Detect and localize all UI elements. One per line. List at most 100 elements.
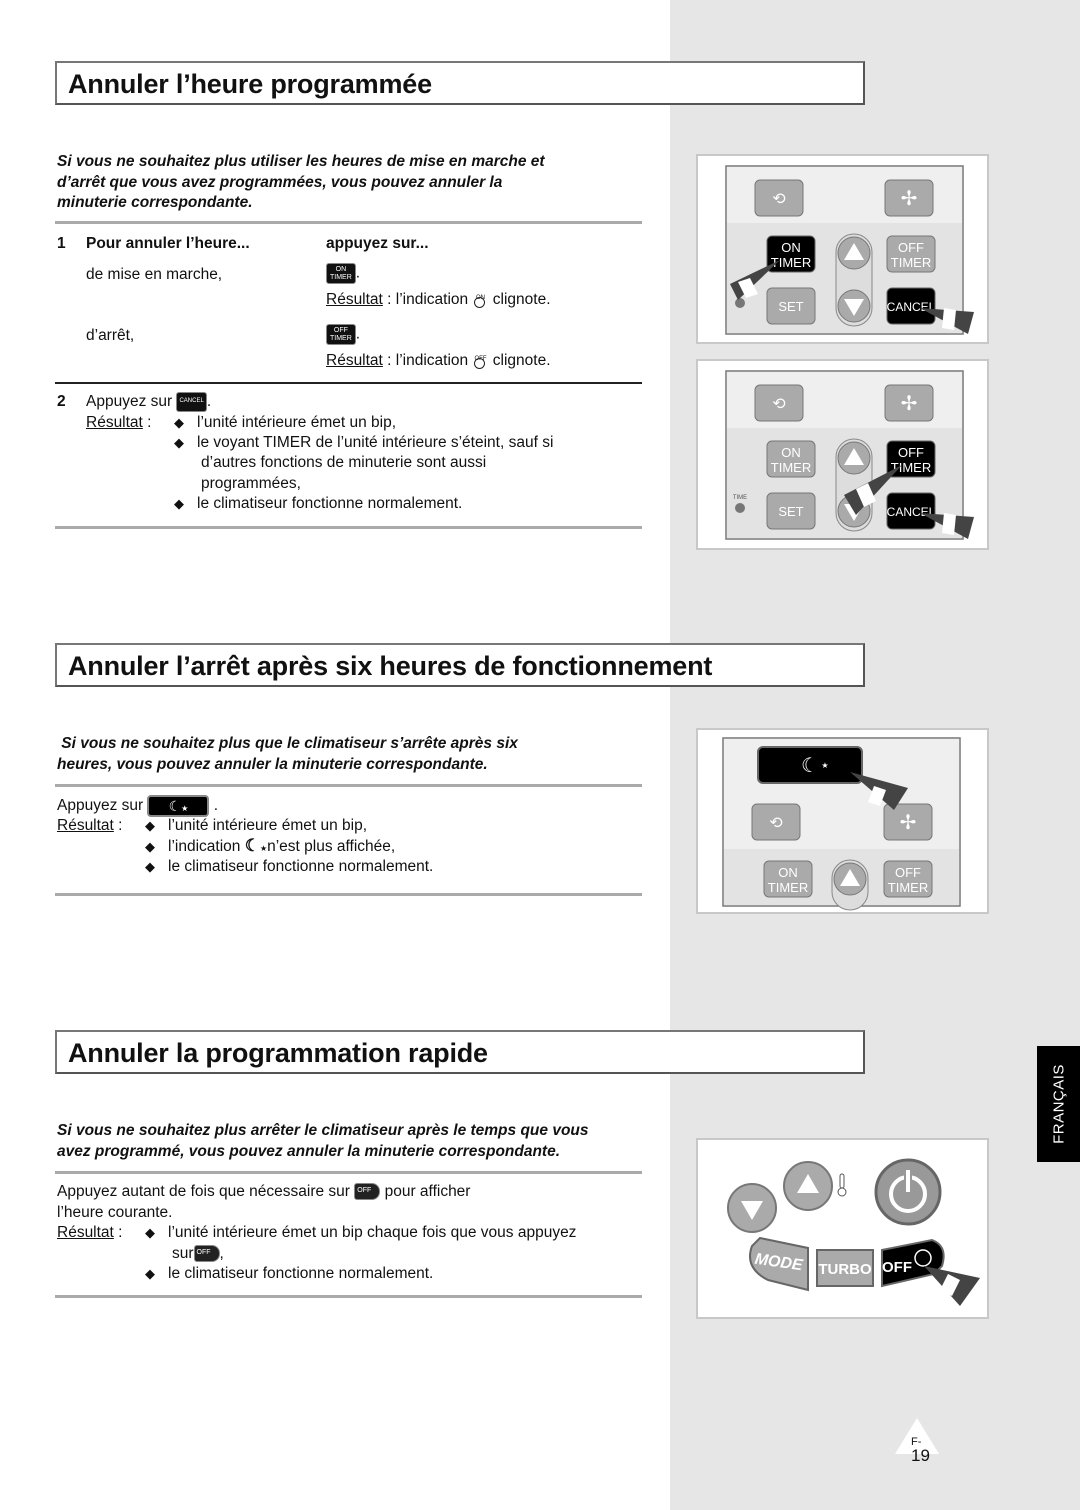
bullet: ◆ le voyant TIMER de l’unité intérieure s…	[174, 433, 553, 454]
set-button: SET	[766, 492, 816, 530]
fan-button: ✢	[884, 179, 934, 217]
bullet: ◆ l’indication ☾★n’est plus affichée,	[145, 836, 395, 860]
svg-text:TIMER: TIMER	[888, 880, 928, 895]
mode-button: MODE	[749, 1236, 809, 1292]
svg-text:☾: ☾	[801, 753, 819, 777]
result-off: Résultat : l’indication OFF clignote.	[326, 352, 551, 370]
intro-line: Si vous ne souhaitez plus que le climati…	[57, 735, 518, 752]
sleep-button-icon: ☾★	[147, 795, 210, 817]
result-label-line: Résultat :	[57, 817, 123, 834]
intro-line: Si vous ne souhaitez plus arrêter le cli…	[57, 1122, 589, 1139]
on-timer-button: ON TIMER	[766, 235, 816, 273]
svg-text:OFF: OFF	[898, 445, 924, 460]
turbo-button: TURBO	[816, 1249, 874, 1287]
off-timer-button: OFF TIMER	[886, 235, 936, 273]
on-timer-button: ON TIMER	[763, 860, 813, 898]
step-number: 1	[57, 235, 66, 252]
result-label-line: Résultat :	[86, 414, 152, 431]
bullet: ◆ l’unité intérieure émet un bip chaque f…	[145, 1223, 576, 1244]
diamond-bullet-icon: ◆	[174, 496, 184, 511]
intro-line: d’arrêt que vous avez programmées, vous …	[57, 173, 503, 191]
temp-down-button	[727, 1183, 777, 1233]
svg-text:⟲: ⟲	[769, 813, 783, 832]
column-header-cancel: Pour annuler l’heure...	[86, 235, 250, 252]
bullet: ◆ l’unité intérieure émet un bip,	[145, 816, 367, 837]
section-title: Annuler la programmation rapide	[68, 1038, 488, 1068]
svg-text:SET: SET	[778, 299, 803, 314]
power-icon	[906, 1170, 910, 1192]
language-tab: FRANÇAIS	[1037, 1046, 1080, 1162]
result-label: Résultat	[326, 352, 383, 370]
sleep-button: ☾ ★	[757, 746, 863, 784]
bullet-continuation: d’autres fonctions de minuterie sont aus…	[201, 454, 487, 471]
diamond-bullet-icon: ◆	[174, 435, 184, 450]
divider	[55, 893, 642, 896]
press-instruction-continued: l’heure courante.	[57, 1204, 173, 1221]
svg-text:TIME: TIME	[733, 495, 747, 501]
svg-text:✢: ✢	[900, 810, 917, 834]
on-timer-button-icon: ON TIMER	[326, 263, 356, 284]
fan-button: ✢	[883, 803, 933, 841]
result-label: Résultat	[326, 291, 383, 309]
step-number: 2	[57, 393, 66, 410]
step2-text: Appuyez sur CANCEL.	[86, 392, 212, 412]
svg-text:TIMER: TIMER	[891, 255, 931, 270]
temp-up-button	[783, 1161, 833, 1211]
bullet: ◆ le climatiseur fonctionne normalement.	[174, 494, 462, 515]
divider	[55, 221, 642, 224]
row-label-on: de mise en marche,	[86, 266, 223, 283]
intro-line: heures, vous pouvez annuler la minuterie…	[57, 755, 488, 773]
svg-text:✢: ✢	[901, 391, 918, 415]
remote-illustration-off-timer: ⟲ ✢ ON TIMER OFF TIMER TIME SET CANCEL	[696, 359, 989, 550]
svg-text:OFF: OFF	[882, 1259, 912, 1276]
intro-line: minuterie correspondante.	[57, 194, 253, 211]
off-timer-button: OFF TIMER	[883, 860, 933, 898]
cancel-button-icon: CANCEL	[176, 392, 207, 412]
section-intro: Si vous ne souhaitez plus que le climati…	[57, 734, 642, 775]
off-timer-button-icon: OFF TIMER	[326, 324, 356, 345]
diamond-bullet-icon: ◆	[145, 818, 155, 833]
section-title: Annuler l’heure programmée	[68, 69, 432, 99]
bullet: ◆ le climatiseur fonctionne normalement.	[145, 1264, 433, 1285]
bullet-continuation: sur OFF,	[172, 1245, 224, 1263]
thermometer-icon	[837, 1173, 847, 1197]
section-header-cancel-six-hour-stop: Annuler l’arrêt après six heures de fonc…	[55, 643, 865, 687]
off-timer-ref: OFF TIMER.	[326, 324, 360, 345]
svg-text:ON: ON	[781, 240, 801, 255]
swing-button: ⟲	[754, 179, 804, 217]
diamond-bullet-icon: ◆	[174, 415, 184, 430]
cancel-button: CANCEL	[886, 287, 936, 325]
divider	[55, 1171, 642, 1174]
section-intro: Si vous ne souhaitez plus utiliser les h…	[57, 152, 642, 214]
svg-text:TIMER: TIMER	[771, 460, 811, 475]
diamond-bullet-icon: ◆	[145, 1266, 155, 1281]
svg-text:TIMER: TIMER	[891, 460, 931, 475]
remote-illustration-on-timer: ⟲ ✢ ON TIMER OFF TIMER SET CANCEL	[696, 154, 989, 344]
set-button: SET	[766, 287, 816, 325]
swing-button: ⟲	[754, 384, 804, 422]
svg-text:ON: ON	[781, 445, 801, 460]
off-timer-quick-button-icon: OFF	[354, 1183, 381, 1201]
fan-button: ✢	[884, 384, 934, 422]
svg-text:⟲: ⟲	[772, 189, 786, 208]
page-number: F- 19	[895, 1418, 939, 1465]
svg-text:★: ★	[821, 761, 828, 770]
section-header-cancel-programmed-time: Annuler l’heure programmée	[55, 61, 865, 105]
svg-text:⟲: ⟲	[772, 394, 786, 413]
press-instruction: Appuyez sur ☾★ .	[57, 795, 218, 817]
svg-text:SET: SET	[778, 504, 803, 519]
svg-text:TURBO: TURBO	[818, 1261, 872, 1278]
svg-text:TIMER: TIMER	[768, 880, 808, 895]
section-title: Annuler l’arrêt après six heures de fonc…	[68, 651, 713, 681]
off-timer-quick-button: OFF	[881, 1238, 945, 1288]
on-timer-indicator-icon: ON	[472, 290, 488, 310]
pointer-icon	[924, 1266, 980, 1306]
row-label-off: d’arrêt,	[86, 327, 135, 344]
swing-button: ⟲	[751, 803, 801, 841]
divider	[55, 784, 642, 787]
on-timer-button: ON TIMER	[766, 440, 816, 478]
intro-line: avez programmé, vous pouvez annuler la m…	[57, 1142, 561, 1160]
svg-text:ON: ON	[778, 865, 798, 880]
off-timer-quick-button-icon: OFF	[193, 1245, 220, 1263]
press-instruction: Appuyez autant de fois que nécessaire su…	[57, 1183, 471, 1201]
